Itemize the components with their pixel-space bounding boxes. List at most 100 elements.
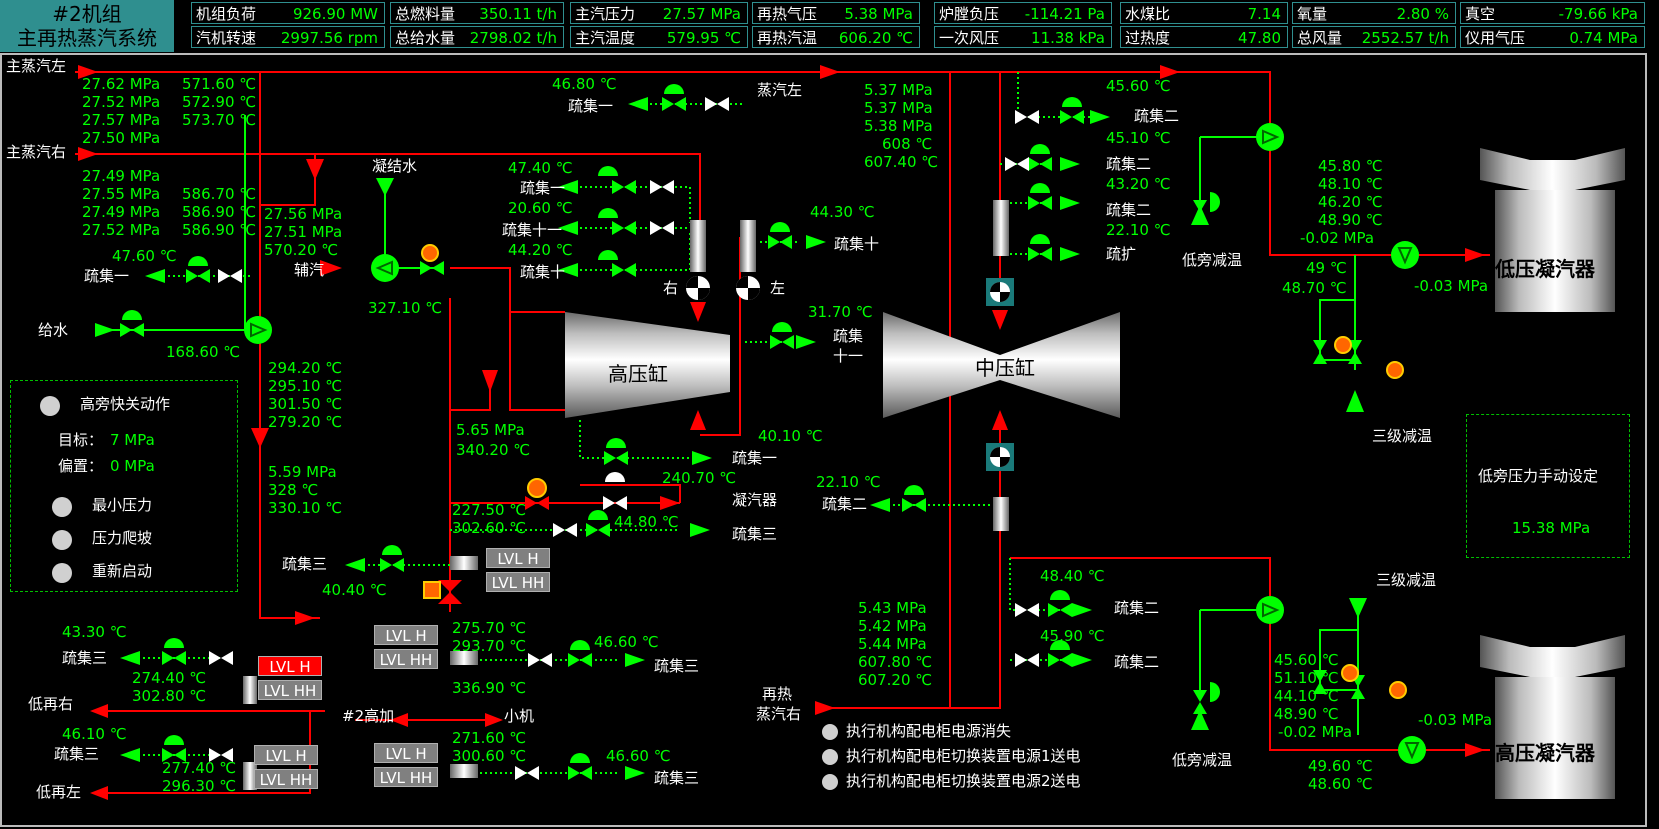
rhr-2: 5.44 MPa	[858, 635, 927, 653]
condenser-label: 凝汽器	[732, 491, 778, 509]
hpc-0: 45.60 ℃	[1274, 651, 1339, 669]
ip-cylinder-label: 中压缸	[975, 356, 1035, 380]
lp-setpoint-value[interactable]: 15.38 MPa	[1512, 520, 1590, 537]
ip-drain-0: 45.60 ℃	[1106, 77, 1171, 95]
ms-right-p-3: 27.52 MPa	[82, 221, 161, 239]
drain-466b-temp: 46.60 ℃	[606, 747, 671, 765]
drain-461-label: 疏集三	[54, 745, 100, 763]
ip-drain-1-label: 疏集二	[1106, 155, 1152, 173]
hp-ex-0: 5.65 MPa	[456, 421, 525, 439]
lvl-hh-2: LVL HH	[258, 680, 322, 700]
cold-1: 295.10 ℃	[268, 377, 343, 395]
ms-left-t-1: 572.90 ℃	[182, 93, 257, 111]
v2774-1: 296.30 ℃	[162, 777, 237, 795]
restart-lamp[interactable]	[52, 563, 72, 583]
ms-right-p-0: 27.49 MPa	[82, 167, 161, 185]
min-pressure-lamp[interactable]	[52, 497, 72, 517]
hp-desup-label: 低旁减温	[1172, 751, 1233, 769]
lvl-hh-1: LVL HH	[486, 572, 550, 592]
cold-rh-right-label: 低再右	[28, 695, 74, 713]
v2716-1: 300.60 ℃	[452, 747, 527, 765]
v2774-0: 277.40 ℃	[162, 759, 237, 777]
lp-condenser-label: 低压凝汽器	[1495, 257, 1595, 281]
ms-left-p-2: 27.57 MPa	[82, 111, 161, 129]
cold2-1: 328 ℃	[268, 481, 319, 499]
drain-20-temp: 20.60 ℃	[508, 199, 573, 217]
ms-right-t-0: 586.70 ℃	[182, 185, 257, 203]
drain-466a-temp: 46.60 ℃	[594, 633, 659, 651]
main-steam-right-label: 主蒸汽右	[6, 143, 67, 161]
drain11b-label-1: 疏集	[833, 327, 864, 345]
condensate-label: 凝结水	[372, 157, 418, 175]
ms-left-p-3: 27.50 MPa	[82, 129, 161, 147]
reheat-label-2: 蒸汽右	[756, 705, 802, 723]
ip-drain-2-label: 疏集二	[1106, 201, 1152, 219]
hpc-1: 51.10 ℃	[1274, 669, 1339, 687]
drain-433-temp: 43.30 ℃	[62, 623, 127, 641]
rh-4: 607.40 ℃	[864, 153, 939, 171]
drain1-label: 疏集一	[84, 267, 130, 285]
bias-label: 偏置：	[58, 457, 104, 475]
bypass-0: 27.56 MPa	[264, 205, 343, 223]
lp-val-3: 48.90 ℃	[1318, 211, 1383, 229]
rhr-1: 5.42 MPa	[858, 617, 927, 635]
third-desup-label-top: 三级减温	[1372, 427, 1433, 445]
ramp-label: 压力爬坡	[92, 529, 153, 547]
right-label: 右	[663, 279, 679, 297]
drain-47-label: 疏集一	[520, 179, 566, 197]
drain-404: 40.40 ℃	[322, 581, 387, 599]
fast-close-label: 高旁快关动作	[80, 395, 171, 413]
lvl-h-5: LVL H	[374, 743, 438, 763]
bias-value[interactable]: 0 MPa	[110, 458, 155, 475]
drain-448: 44.80 ℃	[614, 513, 679, 531]
drain3-b-label: 疏集三	[282, 555, 328, 573]
fast-close-lamp	[40, 396, 60, 416]
lvl-hh-4: LVL HH	[374, 649, 438, 669]
ramp-lamp[interactable]	[52, 530, 72, 550]
ip-exh-drain-label: 疏集二	[822, 495, 868, 513]
lp-out-0: 49 ℃	[1306, 259, 1347, 277]
drain-461-temp: 46.10 ℃	[62, 725, 127, 743]
lp-setpoint-title: 低旁压力手动设定	[1478, 467, 1599, 485]
v2744-1: 302.80 ℃	[132, 687, 207, 705]
drain-401-label: 疏集一	[732, 449, 778, 467]
drain11b-label-2: 十一	[833, 347, 864, 365]
v2275-0: 227.50 ℃	[452, 501, 527, 519]
cold-0: 294.20 ℃	[268, 359, 343, 377]
drain-44-temp: 44.20 ℃	[508, 241, 573, 259]
target-value[interactable]: 7 MPa	[110, 432, 155, 449]
hp-cylinder-label: 高压缸	[608, 362, 668, 386]
v2275-1: 302.60 ℃	[452, 519, 527, 537]
lvl-h-3: LVL H	[254, 745, 318, 765]
lp-desup-label: 低旁减温	[1182, 251, 1243, 269]
steam-left-label: 蒸汽左	[757, 81, 803, 99]
lp-out-1: 48.70 ℃	[1282, 279, 1347, 297]
drain-317-temp: 31.70 ℃	[808, 303, 873, 321]
bypass-2: 570.20 ℃	[264, 241, 339, 259]
hpc-pressure: -0.03 MPa	[1418, 711, 1493, 729]
ip-drain-0-label: 疏集二	[1134, 107, 1180, 125]
target-label: 目标：	[58, 431, 104, 449]
v2757-1: 293.70 ℃	[452, 637, 527, 655]
small-turbine-label: 小机	[504, 707, 535, 725]
cold2-0: 5.59 MPa	[268, 463, 337, 481]
power-status-0: 执行机构配电柜电源消失	[846, 722, 1012, 740]
power-status-1: 执行机构配电柜切换装置电源1送电	[846, 747, 1081, 765]
lp-val-1: 48.10 ℃	[1318, 175, 1383, 193]
drain1-temp: 47.60 ℃	[112, 247, 177, 265]
process-diagram: 主蒸汽左 主蒸汽右 27.62 MPa 27.52 MPa 27.57 MPa …	[0, 52, 1659, 829]
ip-drain-3: 22.10 ℃	[1106, 221, 1171, 239]
drain-466b-label: 疏集三	[654, 769, 700, 787]
drain-443-temp: 44.30 ℃	[810, 203, 875, 221]
rhr-3: 607.80 ℃	[858, 653, 933, 671]
aux-temp: 327.10 ℃	[368, 299, 443, 317]
ip-exh-drain-temp: 22.10 ℃	[816, 473, 881, 491]
drain-466a-label: 疏集三	[654, 657, 700, 675]
hpc-3: 48.90 ℃	[1274, 705, 1339, 723]
lvl-h-alarm: LVL H	[258, 656, 322, 676]
ip-lo2-temp: 45.90 ℃	[1040, 627, 1105, 645]
feedwater-temp: 168.60 ℃	[166, 343, 241, 361]
rh-1: 5.37 MPa	[864, 99, 933, 117]
cold-rh-left-label: 低再左	[36, 783, 82, 801]
v3369: 336.90 ℃	[452, 679, 527, 697]
